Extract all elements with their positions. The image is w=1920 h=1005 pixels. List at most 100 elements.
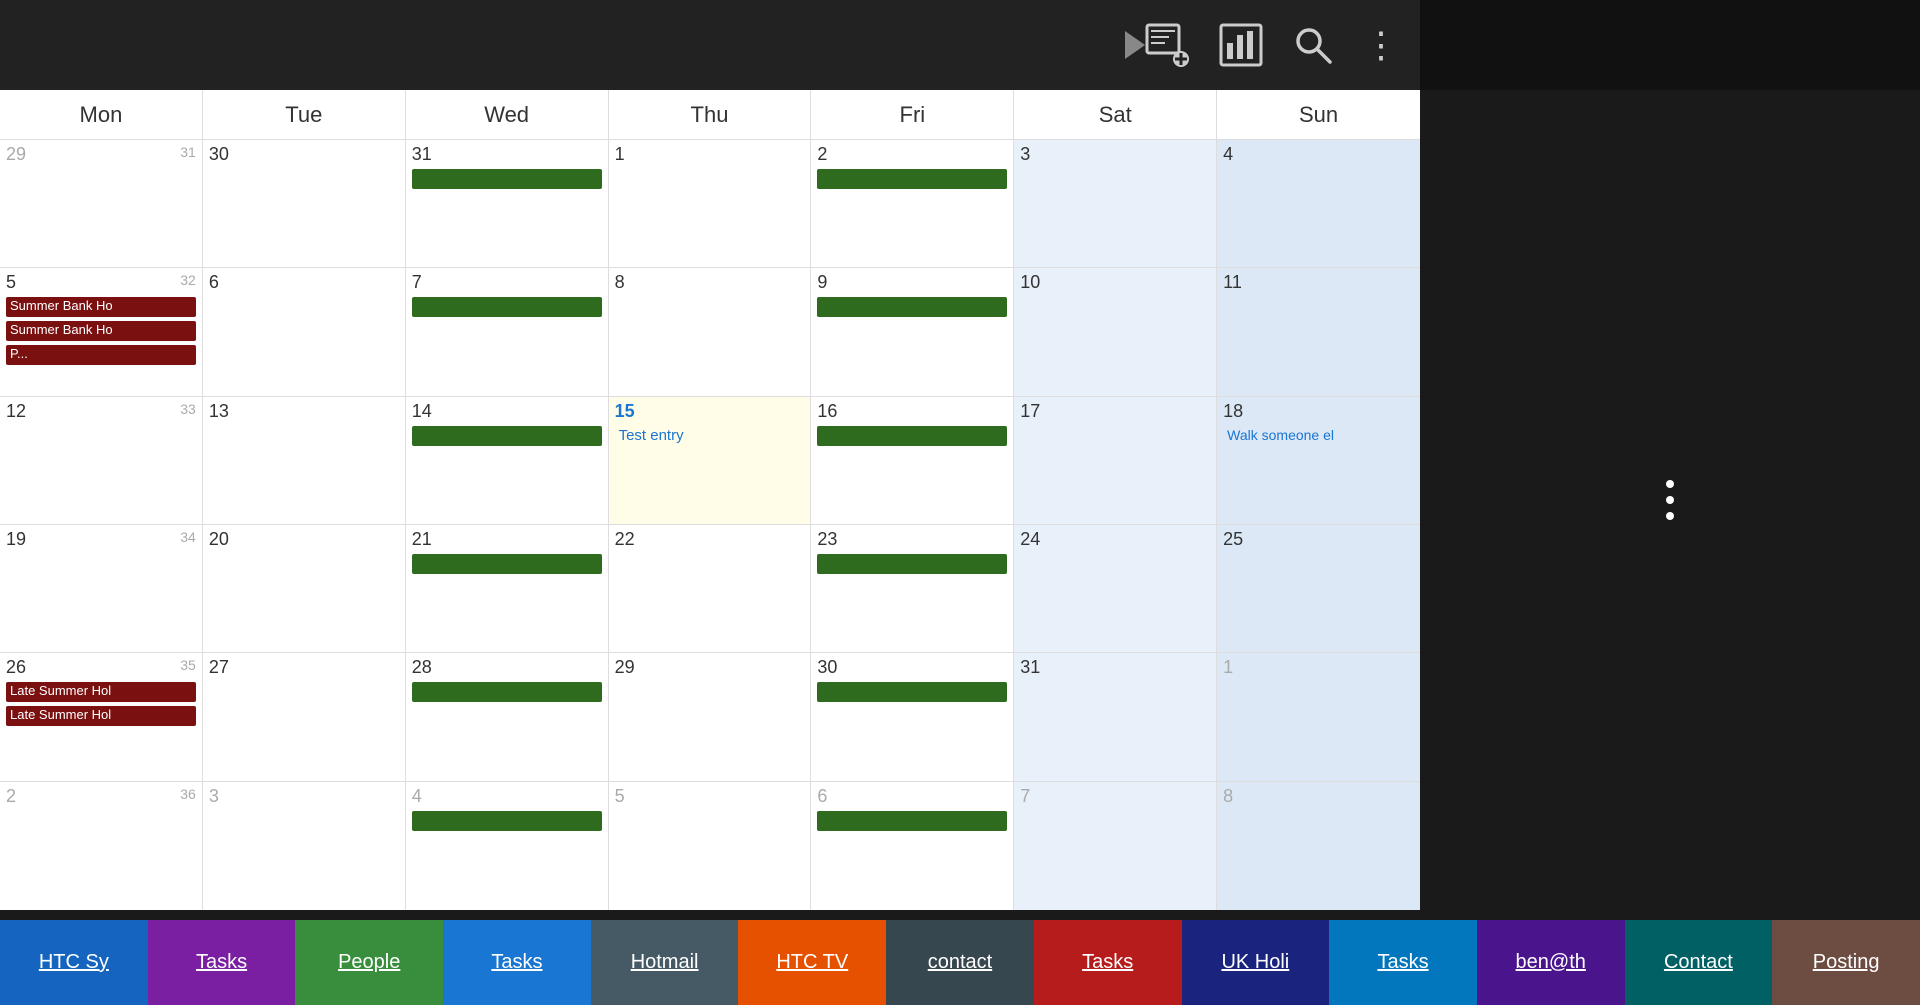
next-arrow-icon[interactable]	[1125, 31, 1145, 59]
calendar-cell[interactable]: 532Summer Bank HoSummer Bank HoP...	[0, 268, 203, 395]
calendar-cell[interactable]: 3	[1014, 140, 1217, 267]
calendar-cell[interactable]: 5	[609, 782, 812, 910]
tab-item-people[interactable]: People	[295, 920, 443, 1005]
calendar-cell[interactable]: 2635Late Summer HolLate Summer Hol	[0, 653, 203, 780]
calendar-cell[interactable]: 30	[203, 140, 406, 267]
calendar-event[interactable]	[412, 682, 602, 702]
calendar-cell[interactable]: 6	[203, 268, 406, 395]
calendar-event[interactable]: P...	[6, 345, 196, 365]
more-options-icon[interactable]: ⋮	[1363, 24, 1400, 66]
calendar-cell[interactable]: 17	[1014, 397, 1217, 524]
calendar-cell[interactable]: 236	[0, 782, 203, 910]
tab-item-benth[interactable]: ben@th	[1477, 920, 1625, 1005]
day-header-fri: Fri	[811, 90, 1014, 139]
cell-week-number: 31	[180, 144, 196, 160]
tab-item-tasks[interactable]: Tasks	[1329, 920, 1477, 1005]
calendar-event[interactable]	[817, 297, 1007, 317]
cell-week-number: 34	[180, 529, 196, 545]
cell-date-number: 4	[412, 786, 422, 806]
calendar-cell[interactable]: 7	[1014, 782, 1217, 910]
calendar-event[interactable]: Late Summer Hol	[6, 706, 196, 726]
cell-date-number: 29	[6, 144, 26, 164]
tab-item-contact[interactable]: Contact	[1625, 920, 1773, 1005]
tab-item-contact[interactable]: contact	[886, 920, 1034, 1005]
tab-item-tasks[interactable]: Tasks	[1034, 920, 1182, 1005]
header: ⋮	[0, 0, 1420, 90]
calendar-week-row: 29 31 30 31 12 3 4	[0, 140, 1420, 268]
calendar-cell[interactable]: 6	[811, 782, 1014, 910]
cell-date-number: 18	[1223, 401, 1243, 421]
calendar-event[interactable]	[817, 682, 1007, 702]
calendar-week-row: 532Summer Bank HoSummer Bank HoP...67891…	[0, 268, 1420, 396]
calendar-cell[interactable]: 10	[1014, 268, 1217, 395]
calendar-event[interactable]	[412, 811, 602, 831]
calendar-cell[interactable]: 8	[609, 268, 812, 395]
calendar-event[interactable]	[412, 554, 602, 574]
calendar-event[interactable]: Walk someone el	[1223, 426, 1414, 446]
cell-date-number: 8	[1223, 786, 1233, 806]
calendar-cell[interactable]: 29	[609, 653, 812, 780]
calendar-cell[interactable]: 21	[406, 525, 609, 652]
chart-icon[interactable]	[1219, 23, 1263, 67]
calendar-cell[interactable]: 23	[811, 525, 1014, 652]
calendar-event[interactable]	[412, 426, 602, 446]
calendar-event[interactable]: Summer Bank Ho	[6, 297, 196, 317]
calendar-cell[interactable]: 28	[406, 653, 609, 780]
cell-date-number: 7	[412, 272, 422, 292]
calendar-cell[interactable]: 13	[203, 397, 406, 524]
tab-item-posting[interactable]: Posting	[1772, 920, 1920, 1005]
search-icon[interactable]	[1293, 25, 1333, 65]
calendar-cell[interactable]: 11	[1217, 268, 1420, 395]
calendar-event[interactable]	[412, 169, 602, 189]
calendar-cell[interactable]: 4	[406, 782, 609, 910]
calendar-cell[interactable]: 27	[203, 653, 406, 780]
tab-item-ukholi[interactable]: UK Holi	[1182, 920, 1330, 1005]
calendar-cell[interactable]: 25	[1217, 525, 1420, 652]
calendar-cell[interactable]: 2	[811, 140, 1014, 267]
cell-date-number: 2	[6, 786, 16, 806]
tab-item-htcsy[interactable]: HTC Sy	[0, 920, 148, 1005]
calendar-cell[interactable]: 31	[406, 140, 609, 267]
calendar-cell[interactable]: 18 Walk someone el	[1217, 397, 1420, 524]
calendar-cell[interactable]: 3	[203, 782, 406, 910]
calendar-cell[interactable]: 1	[609, 140, 812, 267]
add-event-icon[interactable]	[1145, 23, 1189, 67]
calendar-cell[interactable]: 1934	[0, 525, 203, 652]
calendar-event[interactable]	[817, 426, 1007, 446]
tab-item-tasks[interactable]: Tasks	[443, 920, 591, 1005]
calendar-cell[interactable]: 31	[1014, 653, 1217, 780]
cell-date-number: 2	[817, 144, 827, 164]
calendar-cell[interactable]: 29 31	[0, 140, 203, 267]
calendar-cell[interactable]: 16	[811, 397, 1014, 524]
calendar-event[interactable]: Test entry	[615, 426, 805, 446]
tab-item-hotmail[interactable]: Hotmail	[591, 920, 739, 1005]
cell-date-number: 7	[1020, 786, 1030, 806]
calendar-week-row: 2635Late Summer HolLate Summer Hol272829…	[0, 653, 1420, 781]
calendar-cell[interactable]: 15Test entry	[609, 397, 812, 524]
cell-date-number: 25	[1223, 529, 1243, 549]
tab-item-htctv[interactable]: HTC TV	[738, 920, 886, 1005]
calendar-event[interactable]: Late Summer Hol	[6, 682, 196, 702]
calendar-cell[interactable]: 30	[811, 653, 1014, 780]
calendar-event[interactable]	[817, 554, 1007, 574]
calendar-cell[interactable]: 14	[406, 397, 609, 524]
tab-item-tasks[interactable]: Tasks	[148, 920, 296, 1005]
calendar-cell[interactable]: 1233	[0, 397, 203, 524]
calendar-event[interactable]	[817, 169, 1007, 189]
cell-date-number: 16	[817, 401, 837, 421]
calendar-cell[interactable]: 7	[406, 268, 609, 395]
calendar-event[interactable]	[412, 297, 602, 317]
calendar-week-row: 19342021222324 25	[0, 525, 1420, 653]
calendar-cell[interactable]: 1	[1217, 653, 1420, 780]
calendar-cell[interactable]: 8	[1217, 782, 1420, 910]
calendar-cell[interactable]: 24	[1014, 525, 1217, 652]
cell-date-number: 3	[1020, 144, 1030, 164]
calendar-cell[interactable]: 22	[609, 525, 812, 652]
calendar-cell[interactable]: 20	[203, 525, 406, 652]
calendar-event[interactable]	[817, 811, 1007, 831]
calendar-cell[interactable]: 9	[811, 268, 1014, 395]
calendar-event[interactable]: Summer Bank Ho	[6, 321, 196, 341]
calendar-cell[interactable]: 4	[1217, 140, 1420, 267]
cell-date-number: 31	[412, 144, 432, 164]
day-header-tue: Tue	[203, 90, 406, 139]
